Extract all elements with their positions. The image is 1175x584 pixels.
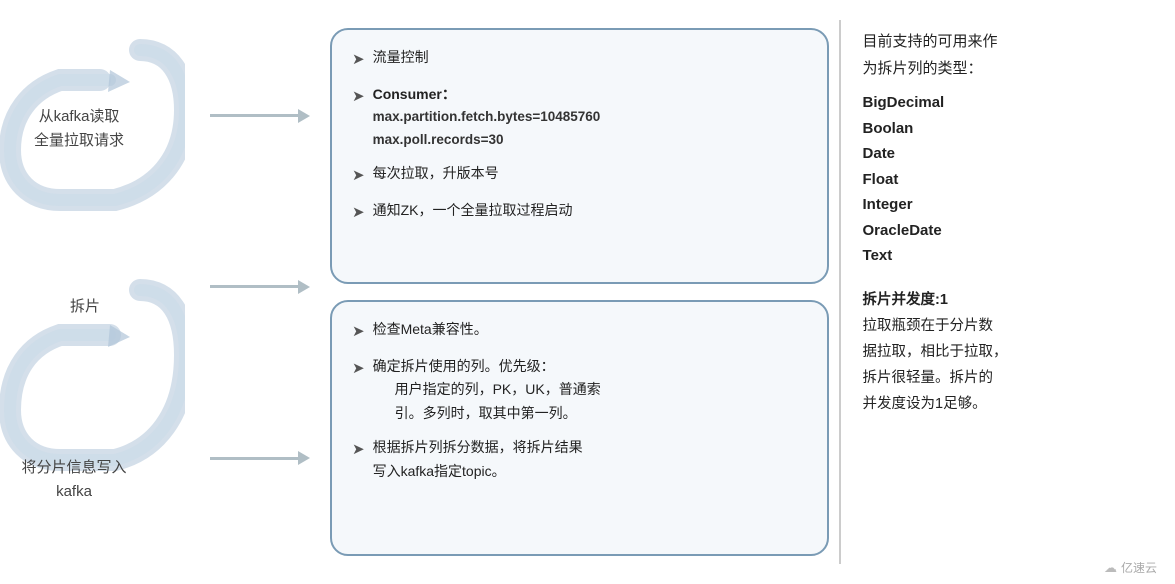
- type-Date: Date: [863, 141, 1157, 167]
- top-box-item-1: ➤ 流量控制: [352, 46, 807, 73]
- top-box-item-2: ➤ Consumer： max.partition.fetch.bytes=10…: [352, 83, 807, 153]
- type-BigDecimal: BigDecimal: [863, 90, 1157, 116]
- bottom-item-2-text: 确定拆片使用的列。优先级： 用户指定的列，PK，UK，普通索引。多列时，取其中第…: [373, 355, 807, 426]
- arrow-top: [210, 109, 310, 123]
- bottom-item-3-text: 根据拆片列拆分数据，将拆片结果写入kafka指定topic。: [373, 436, 807, 484]
- type-Text: Text: [863, 243, 1157, 269]
- watermark-icon: ☁: [1104, 560, 1117, 576]
- bottom-info-box: ➤ 检查Meta兼容性。 ➤ 确定拆片使用的列。优先级： 用户指定的列，PK，U…: [330, 300, 829, 556]
- top-box-item-3: ➤ 每次拉取，升版本号: [352, 162, 807, 189]
- top-item-4-text: 通知ZK，一个全量拉取过程启动: [373, 199, 807, 223]
- type-OracleDate: OracleDate: [863, 218, 1157, 244]
- arrows-column: [200, 10, 320, 574]
- label-kafka-read: 从kafka读取 全量拉取请求: [14, 105, 144, 153]
- bullet-icon-6: ➤: [352, 356, 365, 382]
- bottom-box-item-1: ➤ 检查Meta兼容性。: [352, 318, 807, 345]
- arrow-middle: [210, 280, 310, 294]
- right-intro: 目前支持的可用来作 为拆片列的类型：: [863, 28, 1157, 82]
- top-item-2-text: Consumer： max.partition.fetch.bytes=1048…: [373, 83, 807, 153]
- type-Boolan: Boolan: [863, 116, 1157, 142]
- bullet-icon-1: ➤: [352, 47, 365, 73]
- label-shard: 拆片: [35, 295, 135, 319]
- bullet-icon-2: ➤: [352, 84, 365, 110]
- arrow-bottom: [210, 451, 310, 465]
- watermark-text: 亿速云: [1121, 559, 1157, 576]
- label-kafka-write: 将分片信息写入 kafka: [4, 456, 144, 504]
- top-info-box: ➤ 流量控制 ➤ Consumer： max.partition.fetch.b…: [330, 28, 829, 284]
- top-box-item-4: ➤ 通知ZK，一个全量拉取过程启动: [352, 199, 807, 226]
- bullet-icon-5: ➤: [352, 319, 365, 345]
- bullet-icon-7: ➤: [352, 437, 365, 463]
- bottom-box-item-3: ➤ 根据拆片列拆分数据，将拆片结果写入kafka指定topic。: [352, 436, 807, 484]
- bottom-item-1-text: 检查Meta兼容性。: [373, 318, 807, 342]
- consumer-label: Consumer：: [373, 86, 456, 102]
- bottom-box-item-2: ➤ 确定拆片使用的列。优先级： 用户指定的列，PK，UK，普通索引。多列时，取其…: [352, 355, 807, 426]
- watermark: ☁ 亿速云: [1104, 559, 1157, 576]
- top-item-1-text: 流量控制: [373, 46, 807, 70]
- bullet-icon-4: ➤: [352, 200, 365, 226]
- left-section: 从kafka读取 全量拉取请求 拆片 将分片信息写入 kafka: [0, 10, 200, 574]
- type-list: BigDecimal Boolan Date Float Integer Ora…: [863, 90, 1157, 269]
- concurrency-label: 拆片并发度:1: [863, 292, 948, 308]
- bullet-icon-3: ➤: [352, 163, 365, 189]
- consumer-params: max.partition.fetch.bytes=10485760max.po…: [373, 106, 807, 152]
- type-Integer: Integer: [863, 192, 1157, 218]
- bottom-item-2-indent: 用户指定的列，PK，UK，普通索引。多列时，取其中第一列。: [373, 378, 807, 426]
- right-desc: 拆片并发度:1 拉取瓶颈在于分片数 据拉取，相比于拉取， 拆片很轻量。拆片的 并…: [863, 287, 1157, 417]
- right-panel: 目前支持的可用来作 为拆片列的类型： BigDecimal Boolan Dat…: [841, 10, 1175, 574]
- type-Float: Float: [863, 167, 1157, 193]
- info-boxes: ➤ 流量控制 ➤ Consumer： max.partition.fetch.b…: [320, 10, 839, 574]
- top-item-3-text: 每次拉取，升版本号: [373, 162, 807, 186]
